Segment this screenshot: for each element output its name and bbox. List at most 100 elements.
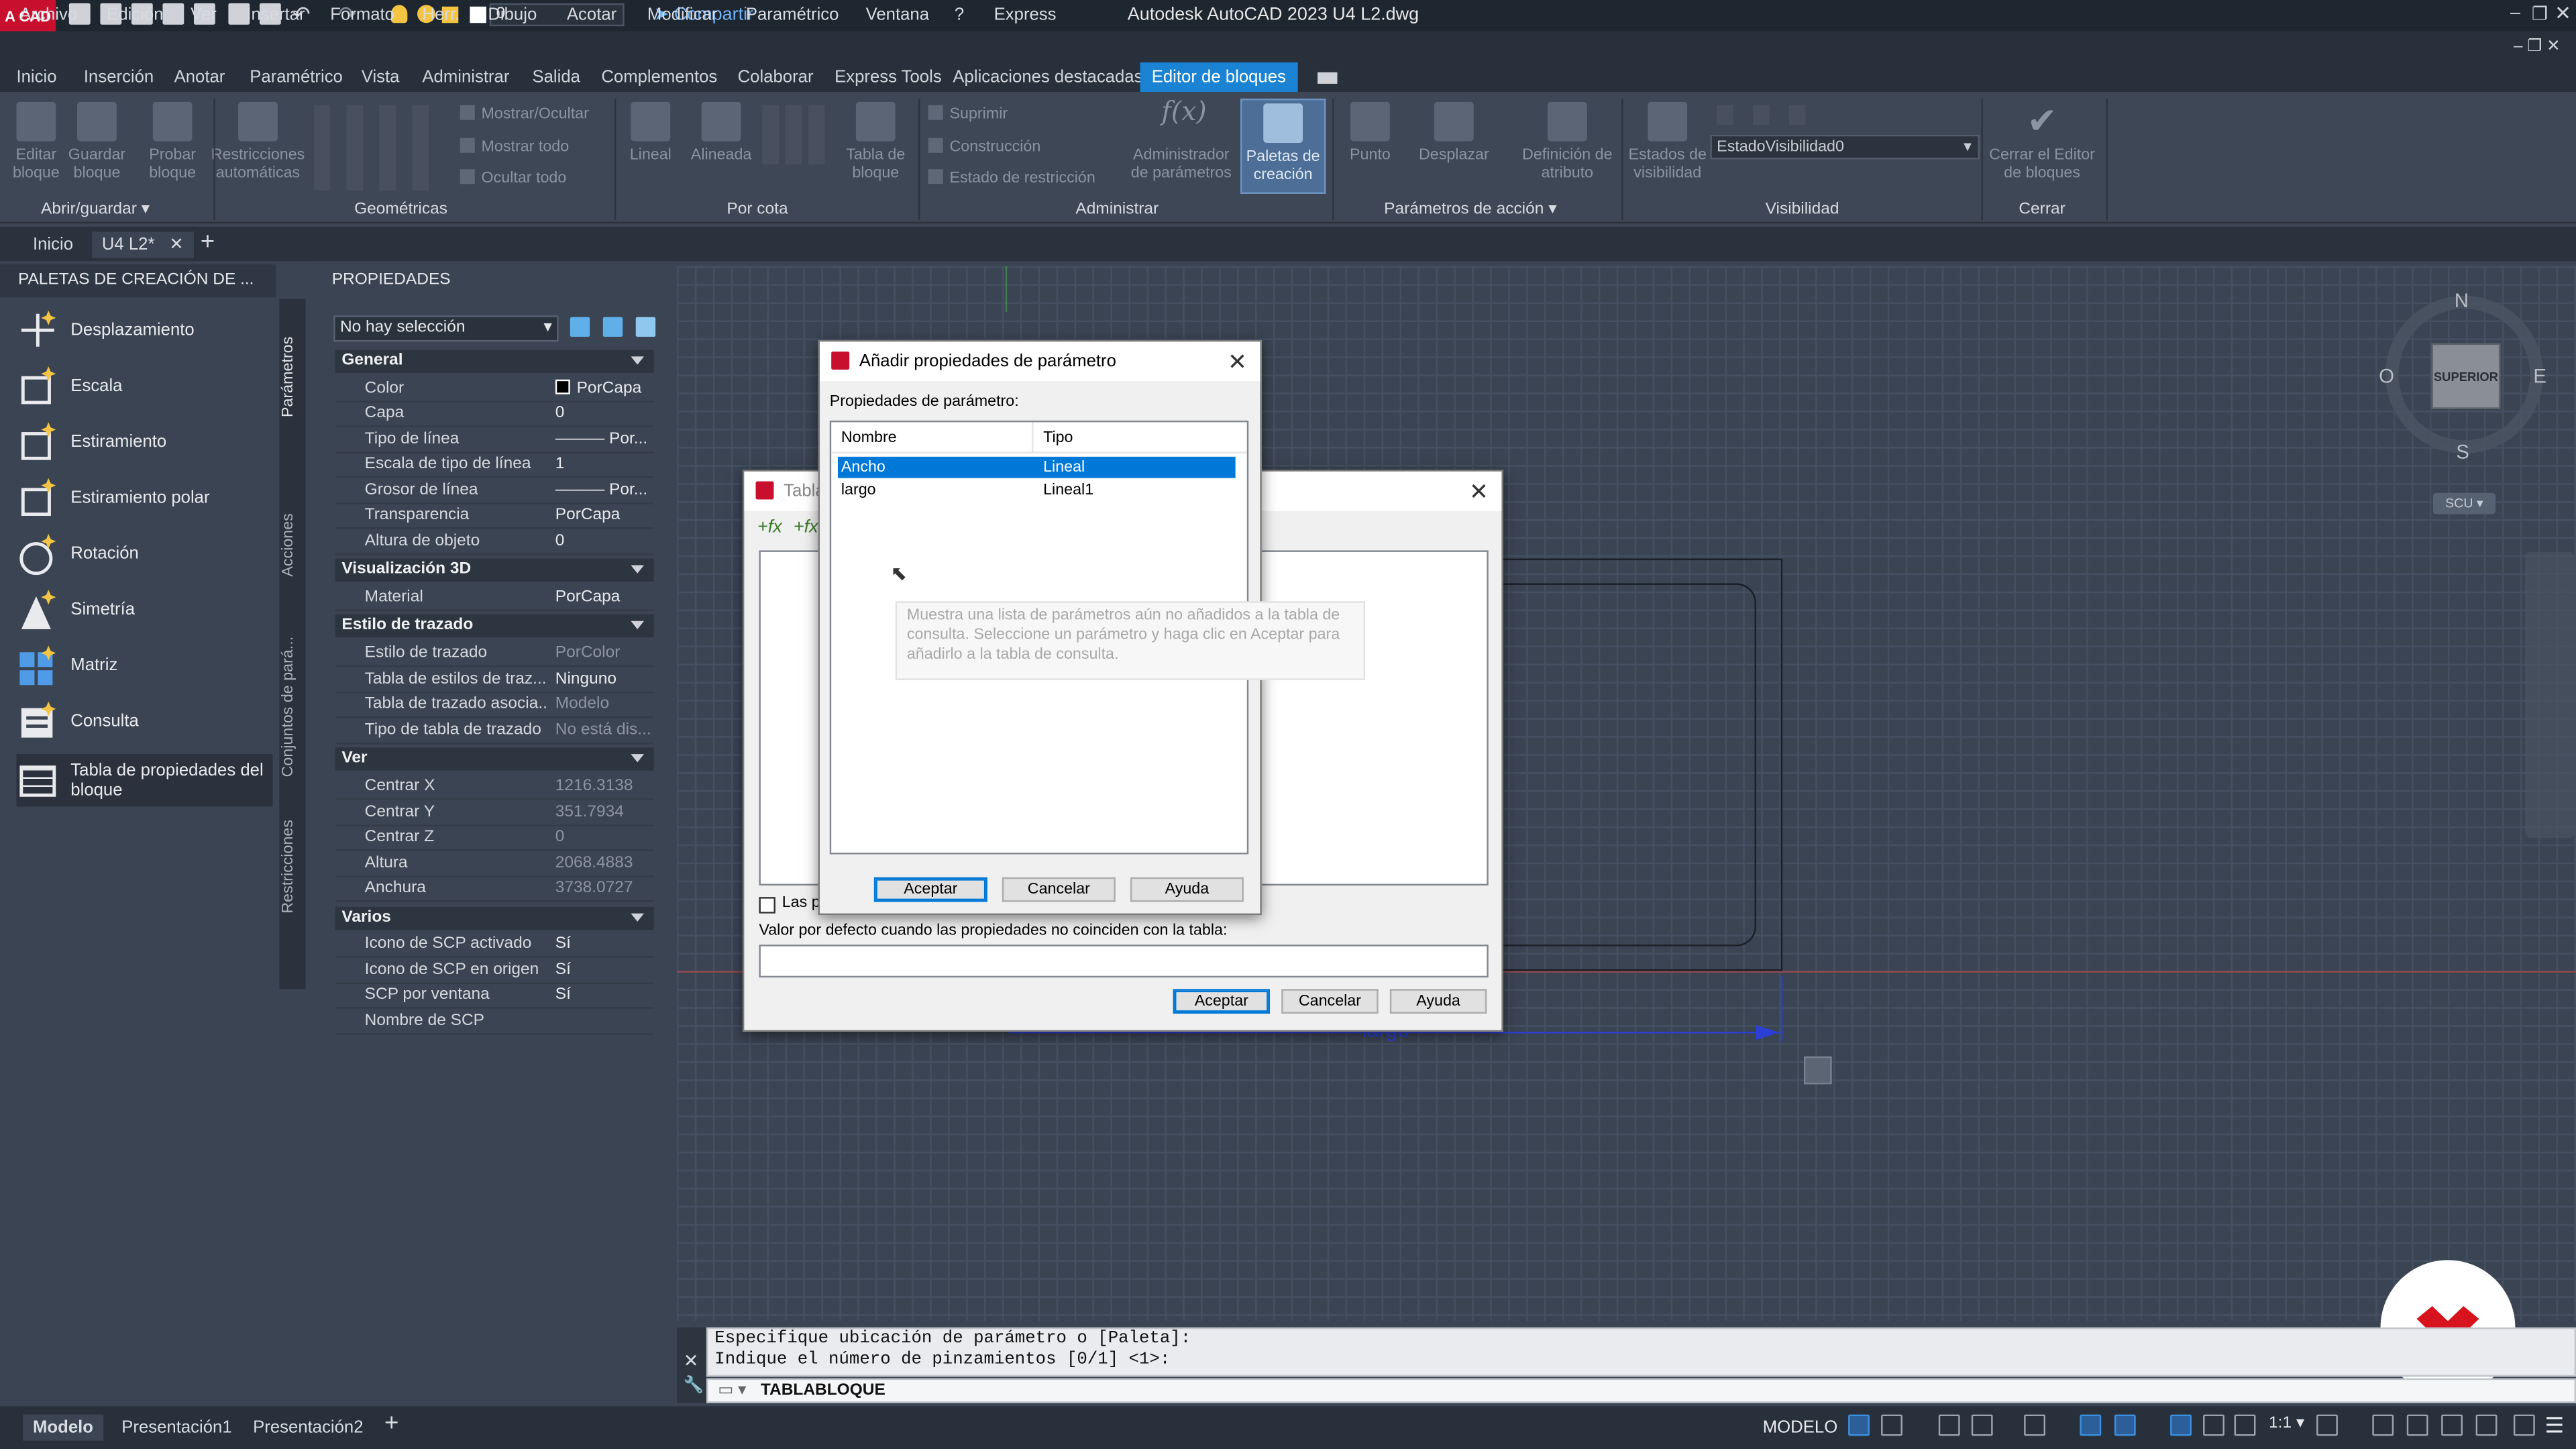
prop-row[interactable]: Tipo de línea ——— Por... xyxy=(335,427,654,453)
cancel-button[interactable]: Cancelar xyxy=(1002,877,1116,902)
isolate-icon[interactable] xyxy=(2406,1414,2428,1436)
save-block-button[interactable]: Guardar bloque xyxy=(66,101,128,182)
clean-screen-icon[interactable] xyxy=(2475,1414,2498,1436)
help-button[interactable]: Ayuda xyxy=(1389,989,1487,1014)
vtab-parametros[interactable]: Parámetros xyxy=(279,319,305,433)
parameter-manager-button[interactable]: f(x) Administrador de parámetros xyxy=(1127,98,1236,182)
palette-item-consulta[interactable]: Consulta xyxy=(16,695,272,747)
model-space-button[interactable]: MODELO xyxy=(1763,1415,1837,1441)
match-checkbox[interactable] xyxy=(759,897,775,914)
menu-ver[interactable]: Ver xyxy=(191,0,217,32)
linear-button[interactable]: Lineal xyxy=(621,101,680,164)
palette-item-rotacion[interactable]: Rotación xyxy=(16,527,272,580)
tab-parametrico[interactable]: Paramétrico xyxy=(250,62,343,92)
show-all-button[interactable]: Mostrar todo xyxy=(460,138,569,156)
minimize-icon[interactable]: – xyxy=(2510,3,2520,23)
ok-button[interactable]: Aceptar xyxy=(1173,989,1271,1014)
quick-select-icon[interactable] xyxy=(635,317,656,337)
hardware-acceleration-icon[interactable] xyxy=(2441,1414,2463,1436)
tab-express-tools[interactable]: Express Tools xyxy=(835,62,942,92)
construction-button[interactable]: Construcción xyxy=(928,138,1040,156)
scale-dropdown[interactable]: 1:1 ▾ xyxy=(2269,1415,2304,1433)
auto-scale-icon[interactable] xyxy=(2203,1414,2224,1436)
column-header-tipo[interactable]: Tipo xyxy=(1043,429,1073,447)
visibility-states-button[interactable]: Estados de visibilidad xyxy=(1626,101,1708,182)
visibility-tools-icons[interactable] xyxy=(1717,105,1807,125)
toggle-pickadd-icon[interactable] xyxy=(570,317,590,337)
geometric-constraints-icons[interactable] xyxy=(313,105,433,191)
menu-edicion[interactable]: Edición xyxy=(107,0,163,32)
show-hide-button[interactable]: Mostrar/Ocultar xyxy=(460,105,589,123)
cancel-button[interactable]: Cancelar xyxy=(1281,989,1379,1014)
customize-icon[interactable]: 🔧 xyxy=(684,1377,704,1395)
prop-row[interactable]: Altura de objeto 0 xyxy=(335,529,654,555)
default-value-input[interactable] xyxy=(759,945,1489,978)
tab-complementos[interactable]: Complementos xyxy=(601,62,717,92)
prop-row[interactable]: SCP por ventana Sí xyxy=(335,982,654,1008)
selection-dropdown[interactable]: No hay selección ▾ xyxy=(333,315,559,342)
ok-button[interactable]: Aceptar xyxy=(873,877,987,902)
add-icon[interactable] xyxy=(2372,1414,2394,1436)
prop-row[interactable]: Tipo de tabla de trazado No está dis... xyxy=(335,718,654,744)
menu-formato[interactable]: Formato xyxy=(330,0,394,32)
menu-ventana[interactable]: Ventana xyxy=(866,0,929,32)
prop-category-varios[interactable]: Varios xyxy=(335,906,654,930)
close-tab-icon[interactable]: ✕ xyxy=(169,235,184,254)
group-administrar[interactable]: Administrar xyxy=(1035,199,1199,221)
ribbon-toggle-icon[interactable] xyxy=(1318,72,1338,84)
layout-tab-modelo[interactable]: Modelo xyxy=(23,1414,103,1441)
close-icon[interactable]: ✕ xyxy=(1469,478,1489,504)
viewcube-face[interactable]: SUPERIOR xyxy=(2431,343,2501,409)
vtab-acciones[interactable]: Acciones xyxy=(279,496,305,595)
group-cerrar[interactable]: Cerrar xyxy=(1996,199,2088,221)
menu-herr[interactable]: Herr. xyxy=(422,0,460,32)
menu-modificar[interactable]: Modificar xyxy=(647,0,717,32)
add-properties-icon[interactable]: +fx xyxy=(757,517,782,537)
doctab-inicio[interactable]: Inicio xyxy=(23,231,83,258)
move-action-button[interactable]: Desplazar xyxy=(1413,101,1495,164)
close-block-editor-button[interactable]: ✔ Cerrar el Editor de bloques xyxy=(1984,101,2099,182)
visibility-state-dropdown[interactable]: EstadoVisibilidad0 ▾ xyxy=(1710,134,1980,160)
palette-item-estiramiento[interactable]: Estiramiento xyxy=(16,416,272,468)
attribute-definition-button[interactable]: Definición de atributo xyxy=(1515,101,1620,182)
new-layout-icon[interactable]: + xyxy=(384,1409,398,1438)
tab-insercion[interactable]: Inserción xyxy=(84,62,154,92)
new-tab-icon[interactable]: + xyxy=(201,228,215,256)
restore-icon[interactable]: ❐ xyxy=(2532,3,2548,24)
prop-row[interactable]: Color PorCapa xyxy=(335,376,654,402)
ortho-icon[interactable] xyxy=(1938,1414,1960,1436)
help-button[interactable]: Ayuda xyxy=(1130,877,1244,902)
navigation-bar[interactable] xyxy=(2525,551,2575,838)
tab-anotar[interactable]: Anotar xyxy=(174,62,225,92)
compass-west[interactable]: O xyxy=(2379,365,2394,388)
doctab-u4-l2[interactable]: U4 L2* ✕ xyxy=(92,231,194,258)
annotation-visibility-icon[interactable] xyxy=(2170,1414,2192,1436)
grid-icon[interactable] xyxy=(1848,1414,1870,1436)
palette-item-matriz[interactable]: Matriz xyxy=(16,639,272,692)
authoring-palettes-button[interactable]: Paletas de creación xyxy=(1240,98,1326,194)
gear-icon[interactable] xyxy=(2316,1414,2338,1436)
prop-row[interactable]: Estilo de trazado PorColor xyxy=(335,641,654,667)
group-abrir-guardar[interactable]: Abrir/guardar ▾ xyxy=(16,199,174,221)
prop-category-visualizacion-3d[interactable]: Visualización 3D xyxy=(335,558,654,582)
parameter-grip-icon[interactable] xyxy=(1803,1056,1832,1085)
prop-row[interactable]: Capa 0 xyxy=(335,401,654,427)
prop-category-estilo-de-trazado[interactable]: Estilo de trazado xyxy=(335,614,654,638)
command-input[interactable]: ▭ ▾ TABLABLOQUE xyxy=(706,1378,2576,1403)
prop-row[interactable]: Tabla de estilos de traz... Ninguno xyxy=(335,667,654,693)
tab-editor-de-bloques[interactable]: Editor de bloques xyxy=(1140,62,1298,93)
point-parameter-button[interactable]: Punto xyxy=(1340,101,1399,164)
palette-item-desplazamiento[interactable]: Desplazamiento xyxy=(16,304,272,356)
menu-express[interactable]: Express xyxy=(994,0,1057,32)
group-por-cota[interactable]: Por cota xyxy=(682,199,833,221)
vtab-restricciones[interactable]: Restricciones xyxy=(279,808,305,923)
block-table-button[interactable]: Tabla de bloque xyxy=(837,101,916,182)
dimensional-constraints-icons[interactable] xyxy=(762,105,825,164)
close-window-icon[interactable]: ✕ xyxy=(2555,1,2571,24)
prop-row[interactable]: Tabla de trazado asocia... Modelo xyxy=(335,692,654,717)
annotation-scale-icon[interactable] xyxy=(2234,1414,2256,1436)
menu-dibujo[interactable]: Dibujo xyxy=(488,0,537,32)
prop-row[interactable]: Nombre de SCP xyxy=(335,1009,654,1034)
compass-south[interactable]: S xyxy=(2456,440,2469,463)
prop-row[interactable]: Material PorCapa xyxy=(335,585,654,610)
